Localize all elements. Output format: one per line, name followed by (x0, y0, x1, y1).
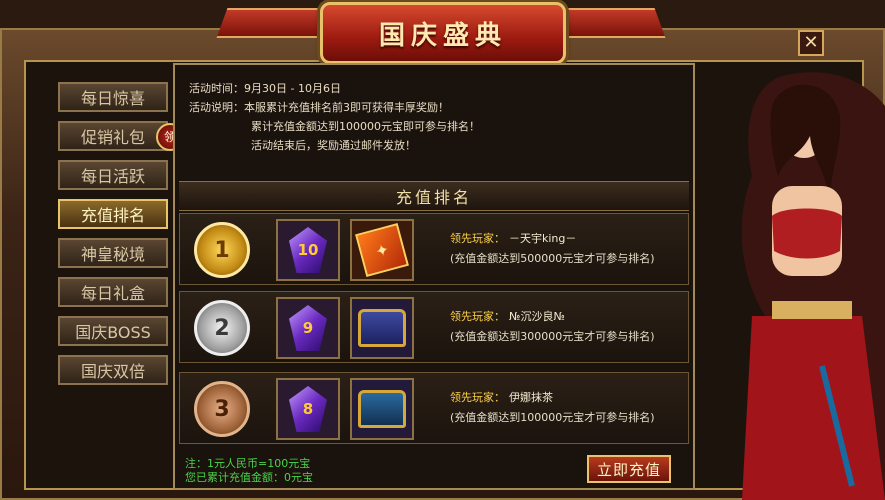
sidebar-item-daily-surprise[interactable]: 每日惊喜 (58, 82, 168, 112)
treasure-chest-icon (358, 390, 406, 428)
rank-number: 3 (214, 396, 230, 422)
character-illustration (741, 72, 885, 500)
exchange-rate-note: 注：1元人民币=100元宝 (185, 457, 311, 470)
purple-gem-icon: 8 (289, 386, 327, 432)
close-icon: ✕ (803, 32, 819, 53)
activity-time: 活动时间：9月30日 - 10月6日 (189, 82, 341, 95)
sidebar-item-label: 促销礼包 (80, 128, 145, 147)
gem-level: 9 (302, 319, 314, 337)
section-header: 充值排名 (179, 181, 689, 211)
sidebar-item-label: 神皇秘境 (80, 245, 145, 264)
lead-player-name: 伊娜抹茶 (509, 391, 553, 404)
lead-player-label: 领先玩家： (450, 310, 505, 323)
rank-row-1: 1 10 ✦ 领先玩家： －天宇king－ (充值金额达到500000元宝才可参与… (179, 213, 689, 285)
rank-number: 2 (214, 315, 230, 341)
lead-player-label: 领先玩家： (450, 391, 505, 404)
recharge-button-label: 立即充值 (596, 460, 661, 479)
reward-slot-chest[interactable] (350, 378, 414, 440)
recharge-button[interactable]: 立即充值 (587, 455, 671, 483)
page-title: 国庆盛典 (378, 20, 507, 51)
close-button[interactable]: ✕ (798, 30, 824, 56)
purple-gem-icon: 9 (289, 305, 327, 351)
reward-slot-gem[interactable]: 8 (276, 378, 340, 440)
reward-slot-token[interactable]: ✦ (350, 219, 414, 281)
sidebar-item-promo-pack[interactable]: 促销礼包领 (58, 121, 184, 151)
sidebar-item-secret-realm[interactable]: 神皇秘境 (58, 238, 168, 268)
rank-condition: (充值金额达到500000元宝才可参与排名) (450, 252, 655, 265)
rank-number: 1 (214, 237, 230, 263)
activity-desc-line-3: 活动结束后，奖励通过邮件发放！ (251, 139, 416, 152)
sidebar-item-national-boss[interactable]: 国庆BOSS (58, 316, 168, 346)
total-recharge: 您已累计充值金额：0元宝 (185, 471, 313, 484)
rank-3-medal: 3 (194, 381, 250, 437)
gem-level: 8 (302, 400, 314, 418)
activity-desc-line-1: 活动说明：本服累计充值排名前3即可获得丰厚奖励！ (189, 101, 449, 114)
sidebar-item-daily-gift-box[interactable]: 每日礼盒 (58, 277, 168, 307)
treasure-chest-icon (358, 309, 406, 347)
sidebar-item-double-exp[interactable]: 国庆双倍 (58, 355, 168, 385)
lead-player-label: 领先玩家： (450, 232, 505, 245)
main-panel: 活动时间：9月30日 - 10月6日 活动说明：本服累计充值排名前3即可获得丰厚… (173, 63, 695, 490)
rank-row-3: 3 8 领先玩家： 伊娜抹茶 (充值金额达到100000元宝才可参与排名) (179, 372, 689, 444)
rank-condition: (充值金额达到100000元宝才可参与排名) (450, 411, 655, 424)
purple-gem-icon: 10 (289, 227, 327, 273)
rank-2-medal: 2 (194, 300, 250, 356)
activity-info: 活动时间：9月30日 - 10月6日 活动说明：本服累计充值排名前3即可获得丰厚… (189, 79, 480, 155)
rank-2-text: 领先玩家： №沉沙良№ (充值金额达到300000元宝才可参与排名) (450, 307, 655, 347)
title-banner: 国庆盛典 (320, 2, 566, 64)
rank-condition: (充值金额达到300000元宝才可参与排名) (450, 330, 655, 343)
sidebar-item-label: 充值排名 (80, 206, 145, 225)
golden-token-icon: ✦ (355, 223, 409, 277)
rank-row-2: 2 9 领先玩家： №沉沙良№ (充值金额达到300000元宝才可参与排名) (179, 291, 689, 363)
sidebar-item-label: 每日活跃 (80, 167, 145, 186)
rank-1-medal: 1 (194, 222, 250, 278)
sidebar-item-label: 每日惊喜 (80, 89, 145, 108)
footer-note: 注：1元人民币=100元宝 您已累计充值金额：0元宝 (185, 457, 313, 485)
sidebar-item-label: 国庆双倍 (80, 362, 145, 381)
lead-player-name: －天宇king－ (509, 232, 577, 245)
section-title: 充值排名 (395, 188, 472, 207)
rank-1-text: 领先玩家： －天宇king－ (充值金额达到500000元宝才可参与排名) (450, 229, 655, 269)
activity-desc-line-2: 累计充值金额达到100000元宝即可参与排名！ (251, 120, 480, 133)
gem-level: 10 (297, 241, 319, 259)
sidebar-item-recharge-rank[interactable]: 充值排名 (58, 199, 168, 229)
sidebar: 每日惊喜 促销礼包领 每日活跃 充值排名 神皇秘境 每日礼盒 国庆BOSS 国庆… (58, 82, 184, 394)
lead-player-name: №沉沙良№ (509, 310, 565, 323)
reward-slot-gem[interactable]: 10 (276, 219, 340, 281)
sidebar-item-daily-active[interactable]: 每日活跃 (58, 160, 168, 190)
reward-slot-gem[interactable]: 9 (276, 297, 340, 359)
sidebar-item-label: 国庆BOSS (75, 323, 151, 342)
rank-3-text: 领先玩家： 伊娜抹茶 (充值金额达到100000元宝才可参与排名) (450, 388, 655, 428)
reward-slot-chest[interactable] (350, 297, 414, 359)
sidebar-item-label: 每日礼盒 (80, 284, 145, 303)
